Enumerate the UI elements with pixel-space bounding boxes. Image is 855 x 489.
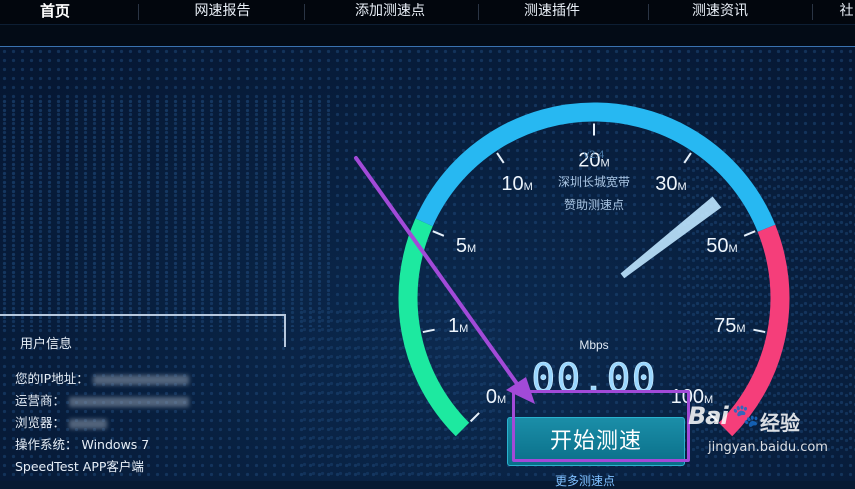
- gauge-tick-label: 75M: [714, 315, 745, 337]
- browser-label: 浏览器：: [15, 415, 66, 430]
- gauge-tick-mark: [422, 328, 435, 334]
- gauge-tick-mark: [432, 230, 445, 237]
- gauge-tick-mark: [743, 230, 756, 237]
- ip-value-redacted: [92, 374, 189, 385]
- gauge-tick-label: 10M: [501, 173, 532, 195]
- paw-icon: 🐾: [732, 404, 760, 429]
- gauge-unit: Mbps: [579, 338, 608, 352]
- watermark-brand: 经验: [760, 411, 800, 435]
- annotation-highlight-box: [512, 390, 690, 462]
- user-info-title: 用户信息: [20, 337, 73, 352]
- ip-label: 您的IP地址：: [15, 371, 89, 386]
- gauge-version: v2.4: [584, 149, 605, 161]
- gauge-tick-label: 50M: [706, 235, 737, 257]
- user-info-panel: 用户信息 您的IP地址： 运营商： 浏览器： 操作系统： Windows 7 S…: [0, 267, 290, 481]
- isp-row: 运营商：: [15, 390, 189, 409]
- gauge-tick-mark: [496, 152, 505, 164]
- watermark-url: jingyan.baidu.com: [708, 440, 828, 455]
- isp-label: 运营商：: [15, 393, 66, 408]
- gauge-tick-mark: [683, 152, 692, 164]
- baidu-logo: Bai: [688, 402, 729, 430]
- os-value: Windows 7: [81, 437, 150, 452]
- os-label: 操作系统：: [15, 437, 78, 452]
- app-link[interactable]: SpeedTest APP客户端: [15, 456, 144, 475]
- gauge-tick-label: 0M: [486, 386, 506, 408]
- gauge-tick-mark: [753, 328, 766, 334]
- gauge-tick-label: 1M: [448, 315, 468, 337]
- gauge-tick-mark: [469, 412, 480, 423]
- baidu-jingyan-watermark: Bai 🐾 经验 jingyan.baidu.com: [688, 402, 848, 462]
- os-row: 操作系统： Windows 7: [15, 434, 149, 453]
- gauge-sponsor-line1: 深圳长城宽带: [558, 174, 630, 189]
- isp-value-redacted: [69, 396, 189, 407]
- ip-row: 您的IP地址：: [15, 368, 189, 387]
- browser-row: 浏览器：: [15, 412, 107, 431]
- browser-value-redacted: [69, 418, 107, 429]
- gauge-tick-label: 5M: [456, 235, 476, 257]
- gauge-sponsor-line2: 赞助测速点: [564, 198, 624, 212]
- gauge-tick-label: 30M: [655, 173, 686, 195]
